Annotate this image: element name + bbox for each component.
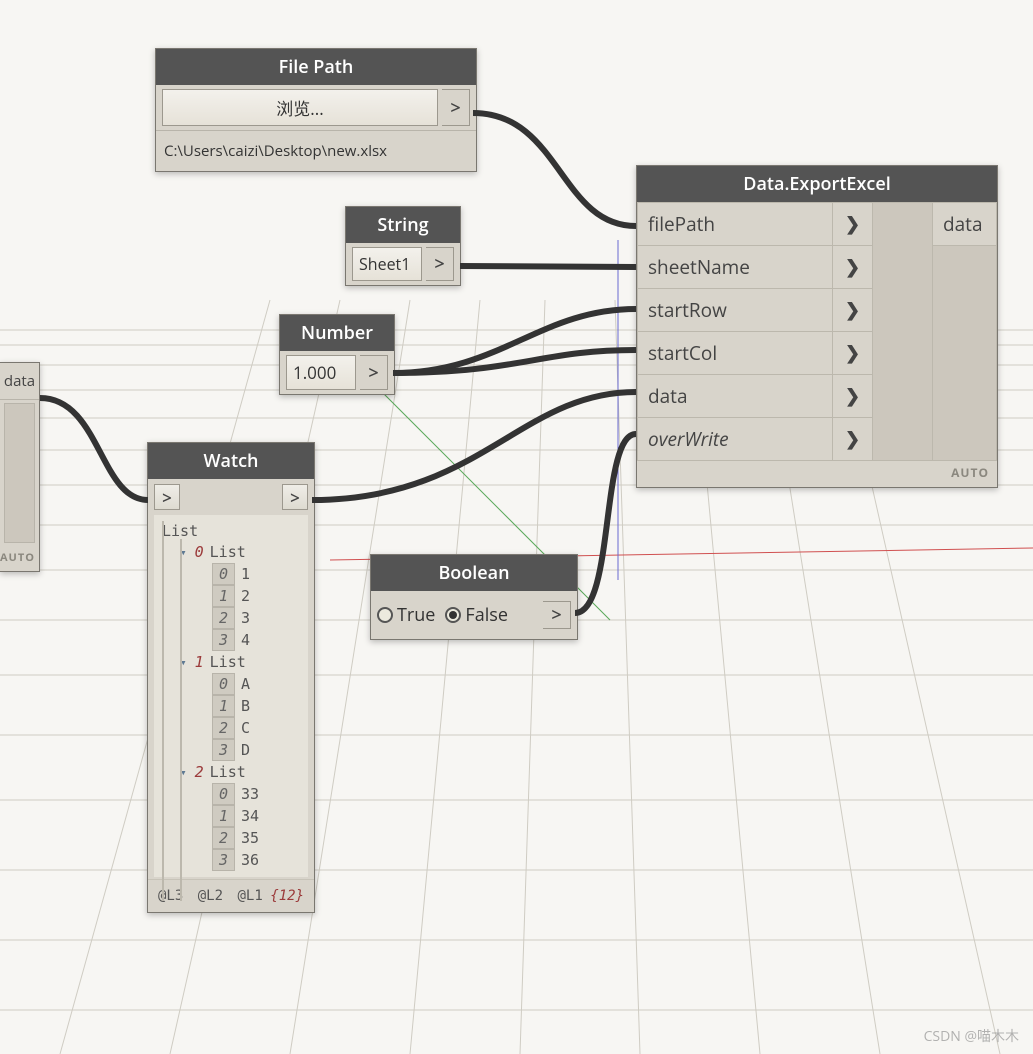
- watermark: CSDN @喵木木: [924, 1026, 1019, 1046]
- file-path-title: File Path: [156, 49, 476, 85]
- auto-tag: AUTO: [951, 464, 989, 481]
- port-filePath[interactable]: filePath: [638, 203, 833, 246]
- boolean-true-option[interactable]: True: [377, 603, 435, 627]
- chevron-right-icon[interactable]: ❯: [833, 203, 873, 246]
- file-path-value: C:\Users\caizi\Desktop\new.xlsx: [156, 130, 476, 171]
- radio-icon-selected: [445, 607, 461, 623]
- string-input[interactable]: Sheet1: [352, 247, 422, 281]
- watch-footer: @L3 @L2 @L1 {12}: [148, 879, 314, 912]
- string-output-port[interactable]: >: [426, 247, 454, 281]
- port-sheetName[interactable]: sheetName: [638, 246, 833, 289]
- port-startRow[interactable]: startRow: [638, 289, 833, 332]
- file-path-node[interactable]: File Path 浏览... > C:\Users\caizi\Desktop…: [155, 48, 477, 172]
- file-path-output-port[interactable]: >: [442, 89, 470, 126]
- boolean-node[interactable]: Boolean True False >: [370, 554, 578, 640]
- chevron-right-icon[interactable]: ❯: [833, 246, 873, 289]
- watch-count: {12}: [270, 888, 304, 904]
- radio-icon: [377, 607, 393, 623]
- browse-button[interactable]: 浏览...: [162, 89, 438, 126]
- port-overWrite[interactable]: overWrite: [638, 418, 833, 461]
- export-ports-table: filePath ❯ data sheetName ❯ startRow ❯ s…: [637, 202, 997, 461]
- port-startCol[interactable]: startCol: [638, 332, 833, 375]
- number-node[interactable]: Number 1.000 >: [279, 314, 395, 395]
- partial-output-label: data: [0, 363, 39, 400]
- chevron-right-icon[interactable]: ❯: [833, 418, 873, 461]
- watch-output-panel: List 0 List 01 12 23 34 1 List 0A 1B 2C …: [154, 515, 308, 877]
- export-title: Data.ExportExcel: [637, 166, 997, 202]
- boolean-false-label: False: [465, 603, 508, 627]
- string-node[interactable]: String Sheet1 >: [345, 206, 461, 286]
- number-output-port[interactable]: >: [360, 355, 388, 390]
- watch-title: Watch: [148, 443, 314, 479]
- boolean-title: Boolean: [371, 555, 577, 591]
- partial-source-node[interactable]: data AUTO: [0, 362, 40, 572]
- watch-input-port[interactable]: >: [154, 484, 180, 510]
- boolean-true-label: True: [397, 603, 435, 627]
- partial-auto-tag: AUTO: [0, 550, 35, 565]
- string-title: String: [346, 207, 460, 243]
- chevron-right-icon[interactable]: ❯: [833, 375, 873, 418]
- watch-node[interactable]: Watch > > List 0 List 01 12 23 34 1 List…: [147, 442, 315, 913]
- port-data[interactable]: data: [638, 375, 833, 418]
- export-excel-node[interactable]: Data.ExportExcel filePath ❯ data sheetNa…: [636, 165, 998, 488]
- chevron-right-icon[interactable]: ❯: [833, 332, 873, 375]
- number-input[interactable]: 1.000: [286, 355, 356, 390]
- node-body-spacer: [873, 203, 933, 461]
- number-title: Number: [280, 315, 394, 351]
- boolean-false-option[interactable]: False: [445, 603, 508, 627]
- partial-body: [4, 403, 35, 543]
- chevron-right-icon[interactable]: ❯: [833, 289, 873, 332]
- port-output-data[interactable]: data: [933, 203, 997, 246]
- output-col-fill: [933, 246, 997, 461]
- boolean-output-port[interactable]: >: [543, 601, 571, 629]
- watch-output-port[interactable]: >: [282, 484, 308, 510]
